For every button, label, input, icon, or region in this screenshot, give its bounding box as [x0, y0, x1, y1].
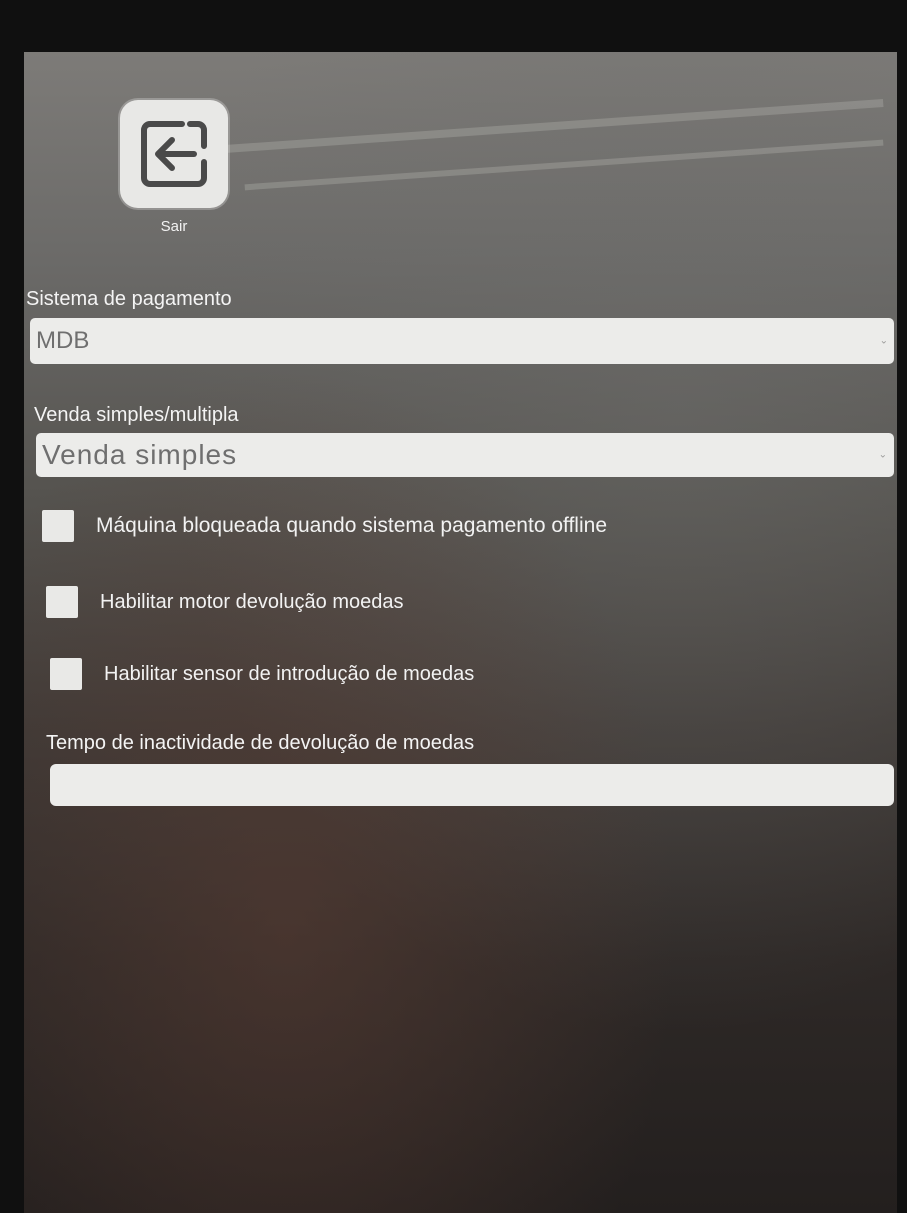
coin-insertion-sensor-option[interactable]: Habilitar sensor de introdução de moedas [50, 658, 474, 690]
coin-return-motor-label: Habilitar motor devolução moedas [100, 590, 404, 613]
payment-system-select[interactable]: MDB ⌄ [30, 318, 894, 364]
machine-locked-offline-label: Máquina bloqueada quando sistema pagamen… [96, 514, 607, 537]
settings-screen: Sair Sistema de pagamento MDB ⌄ Venda si… [24, 52, 897, 1213]
sale-mode-select[interactable]: Venda simples ⌄ [36, 433, 894, 477]
inactivity-timeout-input[interactable] [50, 764, 894, 806]
exit-arrow-icon [136, 116, 212, 192]
payment-system-value: MDB [36, 327, 90, 354]
machine-locked-offline-checkbox[interactable] [42, 510, 74, 542]
coin-insertion-sensor-label: Habilitar sensor de introdução de moedas [104, 662, 475, 685]
coin-insertion-sensor-checkbox[interactable] [50, 658, 82, 690]
chevron-down-icon: ⌄ [879, 335, 888, 347]
chevron-down-icon: ⌄ [878, 449, 888, 461]
device-frame: Sair Sistema de pagamento MDB ⌄ Venda si… [0, 0, 907, 1213]
machine-locked-offline-option[interactable]: Máquina bloqueada quando sistema pagamen… [42, 510, 607, 542]
payment-system-label: Sistema de pagamento [26, 288, 232, 310]
coin-return-motor-checkbox[interactable] [46, 586, 78, 618]
sale-mode-label: Venda simples/multipla [34, 404, 239, 426]
sale-mode-value: Venda simples [42, 439, 238, 470]
background-reflection [244, 139, 884, 191]
background-reflection [224, 98, 884, 154]
coin-return-motor-option[interactable]: Habilitar motor devolução moedas [46, 586, 404, 618]
inactivity-timeout-label: Tempo de inactividade de devolução de mo… [46, 732, 475, 754]
exit-label: Sair [160, 218, 188, 235]
exit-button[interactable] [120, 100, 228, 208]
